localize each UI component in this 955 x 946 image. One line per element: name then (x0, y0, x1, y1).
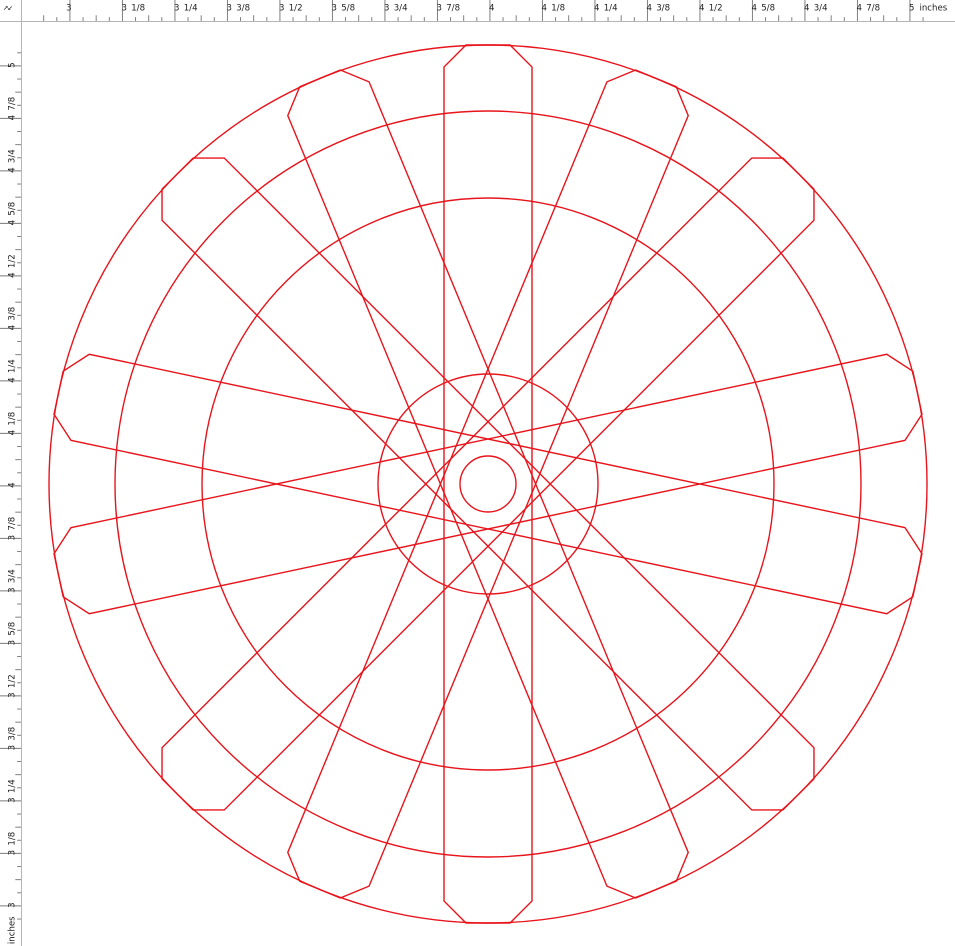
ruler-label: 5 (7, 62, 17, 67)
ruler-label: 3 1/4 (174, 4, 198, 14)
ruler-label: 4 3/4 (7, 149, 17, 173)
vertical-ruler[interactable]: 5 4 7/8 4 3/4 4 5/8 4 1/2 4 3/8 4 1/4 4 1/8 4 3 7… (0, 22, 22, 946)
ruler-label: 4 1/4 (594, 4, 618, 14)
ruler-label: 3 7/8 (7, 517, 17, 541)
ruler-label: 4 3/8 (7, 307, 17, 331)
ruler-label: 4 5/8 (751, 4, 775, 14)
ruler-label: 4 1/2 (7, 254, 17, 278)
ruler-label: 3 1/8 (7, 832, 17, 856)
ruler-label: 3 3/4 (7, 569, 17, 593)
ruler-label: 4 3/4 (804, 4, 828, 14)
ruler-label: 3 5/8 (331, 4, 355, 14)
ruler-label: 4 1/8 (541, 4, 565, 14)
ruler-label: 3 1/8 (121, 4, 145, 14)
spoke-bar[interactable] (146, 142, 829, 825)
ruler-unit-label-vertical: inches (7, 916, 17, 944)
ruler-label: 3 1/2 (279, 4, 303, 14)
vertical-ruler-labels: 5 4 7/8 4 3/4 4 5/8 4 1/2 4 3/8 4 1/4 4 1/8 4 3 7… (7, 62, 17, 907)
ruler-label: 3 3/4 (384, 4, 408, 14)
spoke-bar[interactable] (279, 62, 696, 907)
ruler-label: 4 1/2 (699, 4, 723, 14)
ruler-label: 3 3/8 (7, 727, 17, 751)
ruler-label: 4 1/4 (7, 359, 17, 383)
outer-circle[interactable] (48, 44, 928, 924)
horizontal-ruler[interactable]: 3 3 1/8 3 1/4 3 3/8 3 1/2 3 5/8 3 3/4 3 7/8 4 4 1… (22, 0, 955, 22)
spoke-bar[interactable] (279, 62, 696, 907)
horizontal-ruler-labels: 3 3 1/8 3 1/4 3 3/8 3 1/2 3 5/8 3 3/4 3 7/8 4 4 1… (66, 4, 914, 14)
spoke-bars[interactable] (49, 44, 926, 924)
spoke-bar[interactable] (443, 44, 533, 924)
axle-circle[interactable] (459, 455, 517, 513)
ruler-label: 3 3/8 (226, 4, 250, 14)
hub-circle[interactable] (377, 373, 599, 595)
ruler-label: 3 (7, 902, 17, 907)
drawing-canvas[interactable] (23, 23, 955, 946)
ruler-label: 4 3/8 (646, 4, 670, 14)
ruler-label: 3 1/2 (7, 674, 17, 698)
ruler-label: 4 1/8 (7, 412, 17, 436)
ruler-label: 3 1/4 (7, 779, 17, 803)
ruler-label: 4 (489, 4, 494, 14)
ruler-origin-corner[interactable]: ↗↙ (0, 0, 22, 22)
wheel-drawing[interactable] (48, 44, 928, 924)
ruler-label: 3 5/8 (7, 622, 17, 646)
ruler-label: 4 7/8 (856, 4, 880, 14)
ruler-label: 3 (66, 4, 71, 14)
ruler-label: 4 (7, 482, 17, 487)
spoke-bar[interactable] (49, 350, 926, 619)
spoke-bar[interactable] (146, 142, 829, 825)
middle-circle[interactable] (114, 110, 862, 858)
ruler-label: 4 7/8 (7, 97, 17, 121)
ruler-label: 5 (909, 4, 914, 14)
ruler-label: 3 7/8 (436, 4, 460, 14)
ruler-label: 4 5/8 (7, 202, 17, 226)
spoke-bar[interactable] (49, 350, 926, 619)
ruler-unit-label: inches (919, 4, 947, 14)
inner-circle[interactable] (201, 197, 775, 771)
ruler-origin-icon: ↗↙ (3, 3, 13, 13)
